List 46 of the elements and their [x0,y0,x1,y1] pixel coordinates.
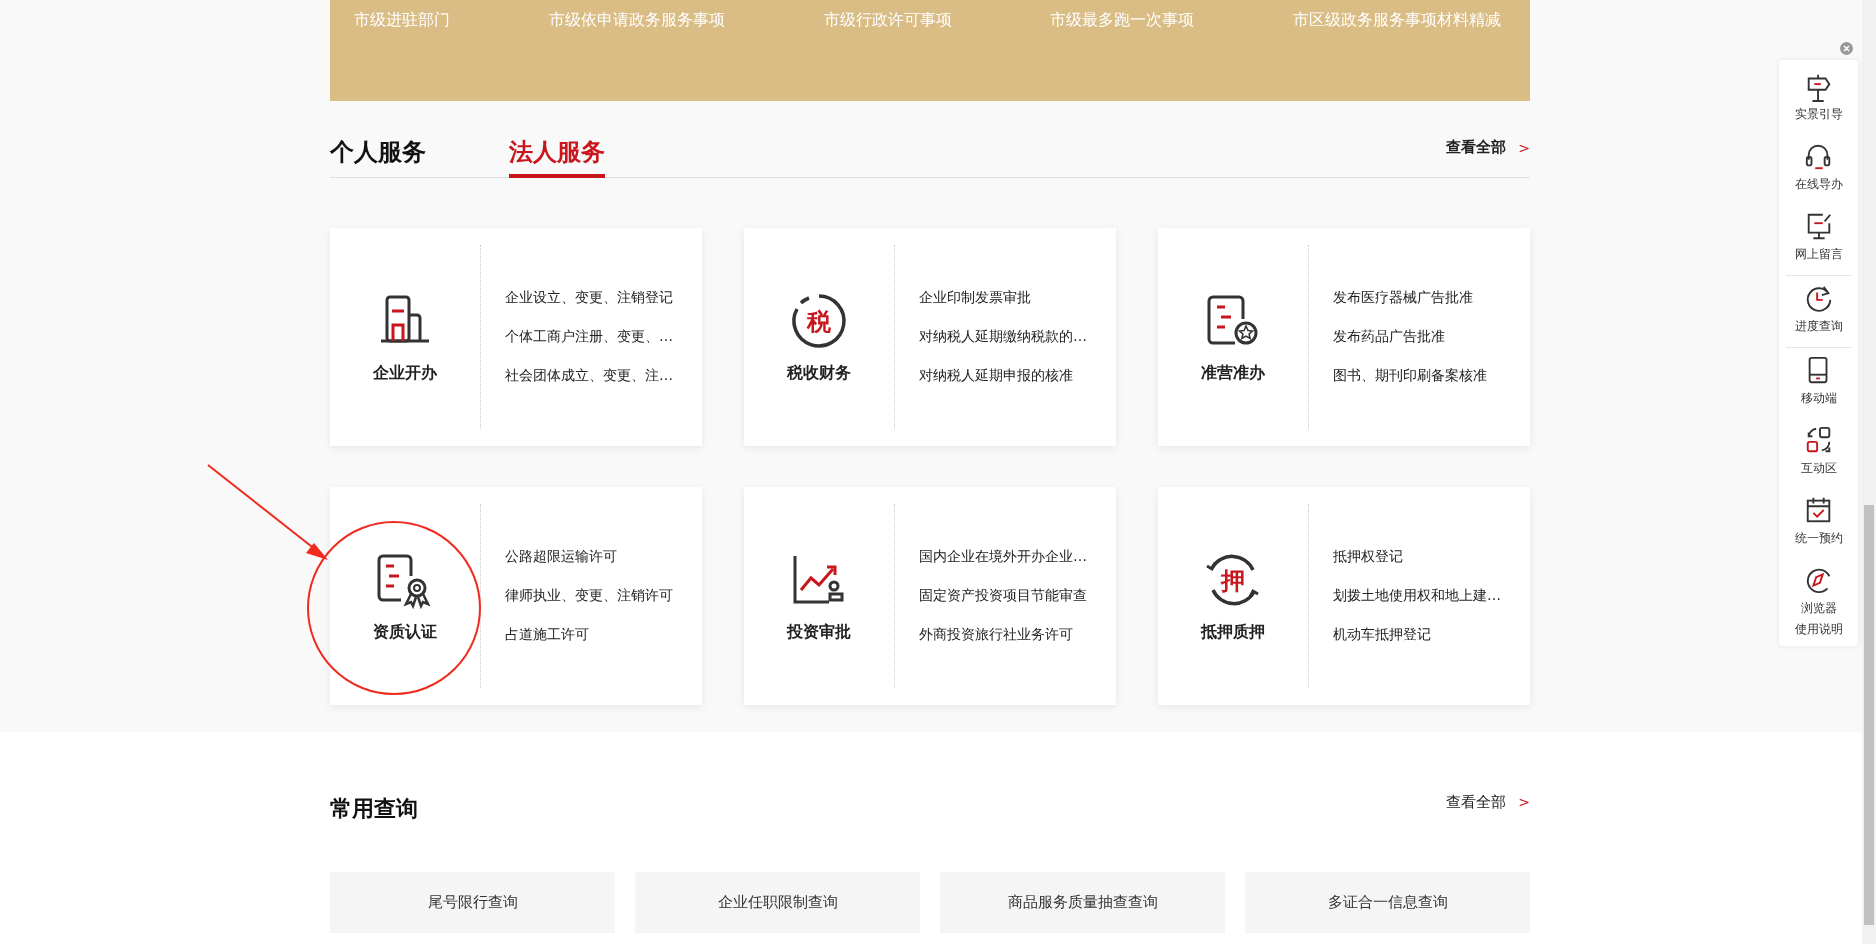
category-title[interactable]: 资质认证 [373,621,437,643]
service-link[interactable]: 划拨土地使用权和地上建… [1333,587,1501,605]
service-link[interactable]: 国内企业在境外开办企业… [919,548,1087,566]
toolbar-label[interactable]: 互动区 [1800,459,1837,477]
section-title: 常用查询 [330,795,418,823]
view-all-link[interactable]: 查看全部 [1446,792,1507,812]
toolbar-label[interactable]: 使用说明 [1794,620,1843,638]
query-button[interactable]: 多证合一信息查询 [1245,872,1530,933]
toolbar-label[interactable]: 进度查询 [1794,317,1843,335]
category-title[interactable]: 投资审批 [787,621,851,643]
service-link[interactable]: 图书、期刊印刷备案核准 [1333,367,1487,385]
service-link[interactable]: 对纳税人延期申报的核准 [919,367,1087,385]
chevron-icon[interactable]: > [1518,139,1530,156]
toolbar-label[interactable]: 浏览器 [1800,599,1837,617]
view-all-link[interactable]: 查看全部 [1446,138,1507,157]
service-link[interactable]: 社会团体成立、变更、注… [505,367,673,385]
service-link[interactable]: 律师执业、变更、注销许可 [505,587,673,605]
service-link[interactable]: 发布医疗器械广告批准 [1333,289,1487,307]
service-link[interactable]: 公路超限运输许可 [505,548,673,566]
toolbar-label[interactable]: 在线导办 [1794,175,1843,193]
category-title[interactable]: 税收财务 [787,362,851,384]
chevron-icon[interactable]: > [1518,794,1530,810]
service-link[interactable]: 外商投资旅行社业务许可 [919,626,1087,644]
service-link[interactable]: 个体工商户注册、变更、… [505,328,673,346]
category-title[interactable]: 企业开办 [373,362,437,384]
service-link[interactable]: 机动车抵押登记 [1333,626,1501,644]
query-button[interactable]: 企业任职限制查询 [635,872,920,933]
query-button[interactable]: 商品服务质量抽查查询 [940,872,1225,933]
toolbar-label[interactable]: 移动端 [1800,389,1837,407]
toolbar-label[interactable]: 实景引导 [1794,105,1843,123]
scrollbar-thumb[interactable] [1864,505,1874,925]
service-link[interactable]: 占道施工许可 [505,626,673,644]
toolbar-label[interactable]: 统一预约 [1794,529,1843,547]
category-title[interactable]: 准营准办 [1201,362,1265,384]
service-tab[interactable]: 个人服务 [330,136,426,178]
service-link[interactable]: 抵押权登记 [1333,548,1501,566]
close-icon[interactable] [1840,42,1853,55]
service-link[interactable]: 企业设立、变更、注销登记 [505,289,673,307]
query-button[interactable]: 尾号限行查询 [330,872,615,933]
category-title[interactable]: 抵押质押 [1201,621,1265,643]
service-link[interactable]: 固定资产投资项目节能审查 [919,587,1087,605]
service-link[interactable]: 企业印制发票审批 [919,289,1087,307]
service-tab[interactable]: 法人服务 [509,136,605,178]
service-link[interactable]: 发布药品广告批准 [1333,328,1487,346]
toolbar-label[interactable]: 网上留言 [1794,245,1843,263]
service-link[interactable]: 对纳税人延期缴纳税款的… [919,328,1087,346]
